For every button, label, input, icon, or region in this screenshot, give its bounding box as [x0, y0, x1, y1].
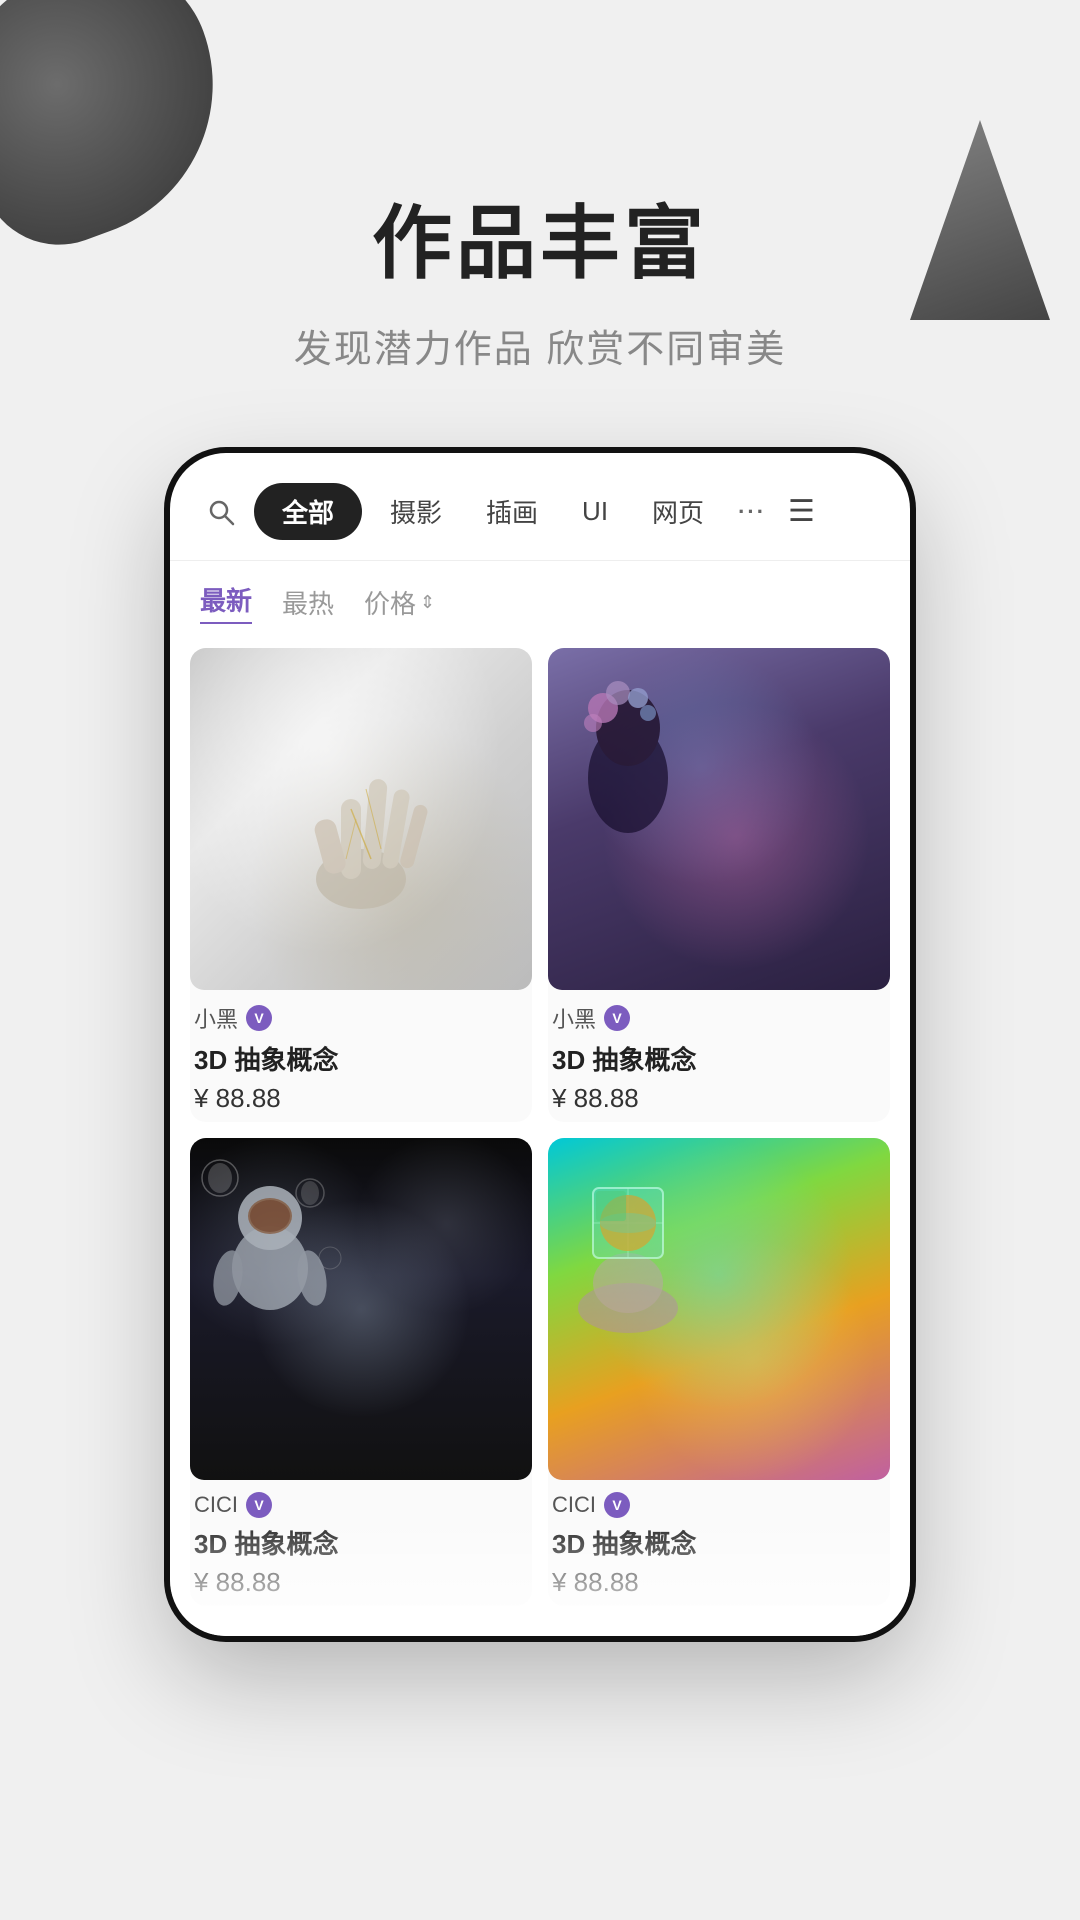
phone-mockup: 全部 摄影 插画 UI 网页 ··· ☰ 最新 最热 价格 ⇕	[170, 453, 910, 1636]
product-card-3[interactable]: CICI V 3D 抽象概念 ¥ 88.88	[190, 1138, 532, 1606]
product-grid: 小黑 V 3D 抽象概念 ¥ 88.88	[170, 638, 910, 1636]
product-info-3: CICI V 3D 抽象概念 ¥ 88.88	[190, 1480, 532, 1606]
verified-badge-1: V	[246, 1005, 272, 1031]
hand-image	[190, 648, 532, 990]
search-icon[interactable]	[200, 491, 242, 533]
product-card-2[interactable]: 小黑 V 3D 抽象概念 ¥ 88.88	[548, 648, 890, 1122]
product-author-3: CICI V	[194, 1492, 528, 1518]
author-name-1: 小黑	[194, 1002, 238, 1034]
astronaut-image	[190, 1138, 532, 1480]
product-card-1[interactable]: 小黑 V 3D 抽象概念 ¥ 88.88	[190, 648, 532, 1122]
nav-tab-photography[interactable]: 摄影	[374, 483, 458, 540]
product-info-4: CICI V 3D 抽象概念 ¥ 88.88	[548, 1480, 890, 1606]
nav-tab-web[interactable]: 网页	[636, 483, 720, 540]
product-info-2: 小黑 V 3D 抽象概念 ¥ 88.88	[548, 990, 890, 1122]
author-name-3: CICI	[194, 1492, 238, 1518]
product-price-4: ¥ 88.88	[552, 1567, 886, 1598]
filter-tab-price[interactable]: 价格 ⇕	[364, 584, 435, 621]
verified-badge-4: V	[604, 1492, 630, 1518]
nav-menu-icon[interactable]: ☰	[788, 494, 815, 529]
product-title-2: 3D 抽象概念	[552, 1040, 886, 1077]
product-author-2: 小黑 V	[552, 1002, 886, 1034]
verified-badge-2: V	[604, 1005, 630, 1031]
headline-area: 作品丰富 发现潜力作品 欣赏不同审美	[0, 0, 1080, 373]
cube-image	[548, 1138, 890, 1480]
nav-tab-illustration[interactable]: 插画	[470, 483, 554, 540]
product-title-3: 3D 抽象概念	[194, 1524, 528, 1561]
phone-nav: 全部 摄影 插画 UI 网页 ··· ☰	[170, 453, 910, 561]
product-author-1: 小黑 V	[194, 1002, 528, 1034]
product-title-4: 3D 抽象概念	[552, 1524, 886, 1561]
filter-tab-hottest[interactable]: 最热	[282, 584, 334, 621]
product-title-1: 3D 抽象概念	[194, 1040, 528, 1077]
headline-subtitle: 发现潜力作品 欣赏不同审美	[0, 318, 1080, 373]
head-image	[548, 648, 890, 990]
phone-content: 全部 摄影 插画 UI 网页 ··· ☰ 最新 最热 价格 ⇕	[170, 453, 910, 1636]
filter-tabs: 最新 最热 价格 ⇕	[170, 561, 910, 638]
nav-more-icon[interactable]: ···	[732, 499, 772, 525]
product-grid-wrapper: 小黑 V 3D 抽象概念 ¥ 88.88	[170, 638, 910, 1636]
price-sort-arrow: ⇕	[420, 592, 435, 613]
headline-title: 作品丰富	[0, 200, 1080, 288]
product-price-2: ¥ 88.88	[552, 1083, 886, 1114]
product-image-3	[190, 1138, 532, 1480]
filter-tab-newest[interactable]: 最新	[200, 581, 252, 624]
nav-tab-ui[interactable]: UI	[566, 486, 624, 537]
author-name-2: 小黑	[552, 1002, 596, 1034]
product-price-3: ¥ 88.88	[194, 1567, 528, 1598]
product-author-4: CICI V	[552, 1492, 886, 1518]
product-image-4	[548, 1138, 890, 1480]
product-image-2	[548, 648, 890, 990]
verified-badge-3: V	[246, 1492, 272, 1518]
product-price-1: ¥ 88.88	[194, 1083, 528, 1114]
product-info-1: 小黑 V 3D 抽象概念 ¥ 88.88	[190, 990, 532, 1122]
product-card-4[interactable]: CICI V 3D 抽象概念 ¥ 88.88	[548, 1138, 890, 1606]
product-image-1	[190, 648, 532, 990]
author-name-4: CICI	[552, 1492, 596, 1518]
nav-tab-all[interactable]: 全部	[254, 483, 362, 540]
